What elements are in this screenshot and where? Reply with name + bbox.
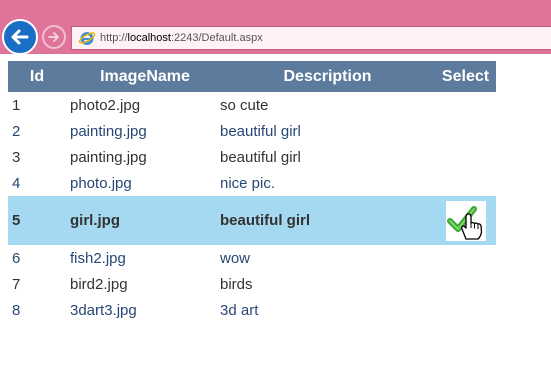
cell-image-name: photo.jpg (62, 170, 220, 196)
url-prefix: http:// (100, 32, 128, 44)
browser-toolbar: http://localhost:2243/Default.aspx (0, 0, 551, 55)
cell-select[interactable] (435, 297, 496, 323)
cell-id: 2 (8, 118, 62, 144)
cell-select[interactable] (435, 118, 496, 144)
images-gridview: Id ImageName Description Select 1 photo2… (8, 61, 496, 323)
cell-image-name: painting.jpg (62, 118, 220, 144)
cell-image-name: girl.jpg (62, 196, 220, 245)
cell-description: beautiful girl (220, 196, 435, 245)
cell-select[interactable] (435, 271, 496, 297)
cell-select[interactable] (435, 92, 496, 118)
forward-arrow-icon (48, 32, 59, 42)
table-row: 3 painting.jpg beautiful girl (8, 144, 496, 170)
table-row: 8 3dart3.jpg 3d art (8, 297, 496, 323)
table-row: 1 photo2.jpg so cute (8, 92, 496, 118)
table-row: 6 fish2.jpg wow (8, 245, 496, 271)
cell-image-name: photo2.jpg (62, 92, 220, 118)
cell-select[interactable] (435, 245, 496, 271)
table-row: 4 photo.jpg nice pic. (8, 170, 496, 196)
ie-logo-icon (78, 32, 96, 45)
table-row: 2 painting.jpg beautiful girl (8, 118, 496, 144)
cell-description: so cute (220, 92, 435, 118)
cell-description: beautiful girl (220, 144, 435, 170)
cell-description: 3d art (220, 297, 435, 323)
cell-select[interactable] (435, 170, 496, 196)
cell-id: 4 (8, 170, 62, 196)
header-image-name: ImageName (62, 61, 220, 92)
address-bar[interactable]: http://localhost:2243/Default.aspx (71, 26, 551, 50)
table-row: 7 bird2.jpg birds (8, 271, 496, 297)
checkmark-hand-cursor-icon[interactable] (445, 200, 486, 241)
table-row-selected: 5 girl.jpg beautiful girl (8, 196, 496, 245)
cell-description: nice pic. (220, 170, 435, 196)
cell-id: 5 (8, 196, 62, 245)
cell-image-name: painting.jpg (62, 144, 220, 170)
cell-description: wow (220, 245, 435, 271)
url-host: localhost (127, 32, 171, 44)
grid-header-row: Id ImageName Description Select (8, 61, 496, 92)
back-button[interactable] (2, 19, 38, 55)
cell-id: 7 (8, 271, 62, 297)
cell-image-name: 3dart3.jpg (62, 297, 220, 323)
cell-description: birds (220, 271, 435, 297)
cell-image-name: fish2.jpg (62, 245, 220, 271)
cell-description: beautiful girl (220, 118, 435, 144)
cell-id: 8 (8, 297, 62, 323)
url-text: http://localhost:2243/Default.aspx (100, 32, 263, 44)
back-arrow-icon (11, 29, 29, 45)
header-description: Description (220, 61, 435, 92)
forward-button[interactable] (42, 25, 66, 49)
cell-id: 3 (8, 144, 62, 170)
header-select: Select (435, 61, 496, 92)
cell-select[interactable] (435, 144, 496, 170)
cell-id: 6 (8, 245, 62, 271)
cell-id: 1 (8, 92, 62, 118)
cell-image-name: bird2.jpg (62, 271, 220, 297)
cell-select[interactable] (435, 196, 496, 245)
url-path: :2243/Default.aspx (170, 32, 263, 44)
header-id: Id (8, 61, 62, 92)
